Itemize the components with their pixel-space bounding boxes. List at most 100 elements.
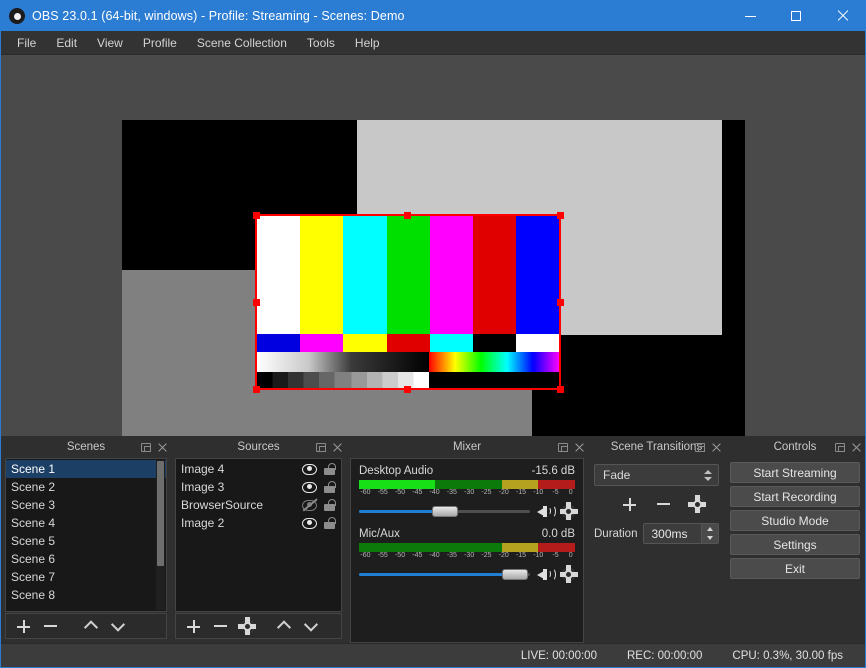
lock-open-icon[interactable] xyxy=(324,463,335,475)
list-item[interactable]: Image 4 xyxy=(176,460,341,478)
sources-list[interactable]: Image 4 Image 3 Brow xyxy=(175,458,342,612)
move-source-up-button[interactable] xyxy=(272,615,296,637)
menu-help[interactable]: Help xyxy=(345,33,390,53)
volume-slider[interactable] xyxy=(359,503,530,519)
move-scene-down-button[interactable] xyxy=(106,615,130,637)
menu-profile[interactable]: Profile xyxy=(133,33,187,53)
float-icon[interactable] xyxy=(141,443,151,452)
list-item[interactable]: Image 3 xyxy=(176,478,341,496)
scenes-list[interactable]: Scene 1 Scene 2 Scene 3 Scene 4 Scene 5 … xyxy=(5,458,167,612)
list-item[interactable]: Scene 4 xyxy=(6,514,166,532)
start-recording-button[interactable]: Start Recording xyxy=(730,486,860,507)
list-item[interactable]: Image 2 xyxy=(176,514,341,532)
visibility-eye-off-icon[interactable] xyxy=(302,500,317,511)
tick-label: -30 xyxy=(464,552,474,559)
duration-increment[interactable] xyxy=(702,524,718,534)
lock-open-icon[interactable] xyxy=(324,481,335,493)
volume-slider[interactable] xyxy=(359,566,530,582)
menu-edit[interactable]: Edit xyxy=(46,33,87,53)
list-item[interactable]: Scene 6 xyxy=(6,550,166,568)
remove-scene-icon xyxy=(44,625,57,627)
duration-stepper[interactable] xyxy=(701,524,718,543)
handle-top-center[interactable] xyxy=(404,212,411,219)
close-icon[interactable] xyxy=(333,443,342,452)
tick-label: -20 xyxy=(499,552,509,559)
mixer-body: Desktop Audio -15.6 dB -60 -55 -50 -45 xyxy=(350,458,584,643)
exit-button[interactable]: Exit xyxy=(730,558,860,579)
remove-source-button[interactable] xyxy=(208,615,232,637)
handle-bottom-left[interactable] xyxy=(253,386,260,393)
remove-transition-button[interactable] xyxy=(651,493,675,515)
list-item[interactable]: Scene 5 xyxy=(6,532,166,550)
meter-ticks: -60 -55 -50 -45 -40 -35 -30 -25 -20 -15 … xyxy=(359,552,575,562)
start-streaming-button[interactable]: Start Streaming xyxy=(730,462,860,483)
close-icon[interactable] xyxy=(712,443,721,452)
close-button[interactable] xyxy=(819,1,865,31)
transition-select[interactable]: Fade xyxy=(594,464,719,486)
visibility-eye-icon[interactable] xyxy=(302,518,317,529)
scenes-scrollbar[interactable] xyxy=(156,460,165,610)
studio-mode-button[interactable]: Studio Mode xyxy=(730,510,860,531)
move-source-down-button[interactable] xyxy=(299,615,323,637)
visibility-eye-icon[interactable] xyxy=(302,464,317,475)
duration-input[interactable]: 300ms xyxy=(643,523,719,544)
handle-top-left[interactable] xyxy=(253,212,260,219)
maximize-button[interactable] xyxy=(773,1,819,31)
cpu-status: CPU: 0.3%, 30.00 fps xyxy=(732,650,843,662)
remove-scene-button[interactable] xyxy=(38,615,62,637)
handle-middle-left[interactable] xyxy=(253,299,260,306)
gear-icon[interactable] xyxy=(562,568,575,581)
float-icon[interactable] xyxy=(835,443,845,452)
handle-bottom-right[interactable] xyxy=(557,386,564,393)
speaker-icon[interactable] xyxy=(537,567,555,582)
close-icon[interactable] xyxy=(852,443,861,452)
float-icon[interactable] xyxy=(316,443,326,452)
list-item[interactable]: BrowserSource xyxy=(176,496,341,514)
close-icon[interactable] xyxy=(158,443,167,452)
meter-green-idle xyxy=(359,543,502,552)
source-name: BrowserSource xyxy=(181,498,302,512)
duration-decrement[interactable] xyxy=(702,534,718,544)
sources-toolbar xyxy=(175,613,342,639)
close-icon[interactable] xyxy=(575,443,584,452)
source-properties-button[interactable] xyxy=(235,615,259,637)
menu-view[interactable]: View xyxy=(87,33,133,53)
settings-button[interactable]: Settings xyxy=(730,534,860,555)
menu-tools[interactable]: Tools xyxy=(297,33,345,53)
volume-meter xyxy=(359,543,575,552)
float-icon[interactable] xyxy=(695,443,705,452)
visibility-eye-icon[interactable] xyxy=(302,482,317,493)
preview-area[interactable] xyxy=(1,55,865,436)
list-item[interactable]: Scene 1 xyxy=(6,460,166,478)
transition-properties-button[interactable] xyxy=(685,493,709,515)
list-item[interactable]: Scene 2 xyxy=(6,478,166,496)
title-bar: OBS 23.0.1 (64-bit, windows) - Profile: … xyxy=(1,1,865,31)
add-source-icon xyxy=(187,620,200,633)
sources-list-rows: Image 4 Image 3 Brow xyxy=(176,459,341,611)
preview-canvas[interactable] xyxy=(122,120,745,436)
list-item[interactable]: Scene 8 xyxy=(6,586,166,604)
add-transition-button[interactable] xyxy=(617,493,641,515)
scrollbar-thumb[interactable] xyxy=(157,461,164,566)
handle-top-right[interactable] xyxy=(557,212,564,219)
list-item[interactable]: Scene 3 xyxy=(6,496,166,514)
float-icon[interactable] xyxy=(558,443,568,452)
speaker-icon[interactable] xyxy=(537,504,555,519)
tick-label: -35 xyxy=(447,552,457,559)
handle-middle-right[interactable] xyxy=(557,299,564,306)
add-source-button[interactable] xyxy=(181,615,205,637)
add-scene-button[interactable] xyxy=(11,615,35,637)
scenes-dock: Scenes Scene 1 Scene 2 Scene 3 Scene 4 S… xyxy=(1,436,171,643)
sources-dock-header: Sources xyxy=(171,436,346,458)
list-item[interactable]: Scene 7 xyxy=(6,568,166,586)
lock-open-icon[interactable] xyxy=(324,517,335,529)
meter-red xyxy=(538,543,575,552)
gear-icon[interactable] xyxy=(562,505,575,518)
tick-label: -55 xyxy=(378,489,388,496)
menu-scene-collection[interactable]: Scene Collection xyxy=(187,33,297,53)
move-scene-up-button[interactable] xyxy=(79,615,103,637)
menu-file[interactable]: File xyxy=(7,33,46,53)
minimize-button[interactable] xyxy=(727,1,773,31)
lock-open-icon[interactable] xyxy=(324,499,335,511)
handle-bottom-center[interactable] xyxy=(404,386,411,393)
